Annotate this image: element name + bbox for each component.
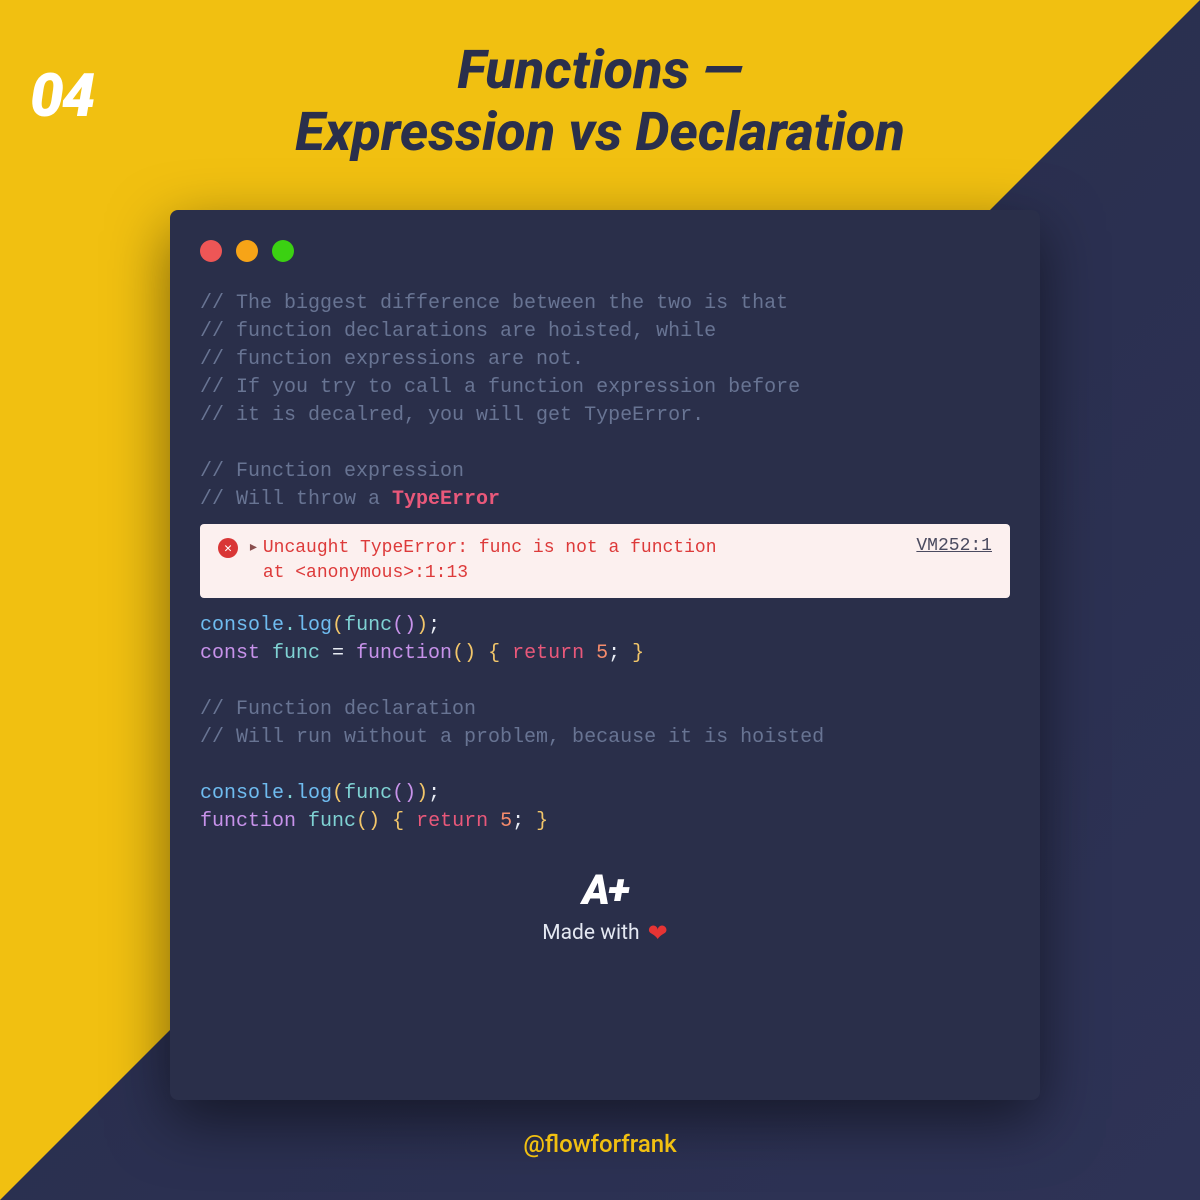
footer-logo-block: A+ Made with ❤ [200, 866, 1010, 947]
minimize-icon[interactable] [236, 240, 258, 262]
error-line: Uncaught TypeError: func is not a functi… [263, 538, 717, 558]
code-block: // The biggest difference between the tw… [200, 290, 1010, 514]
token: func [272, 642, 320, 665]
token: function [356, 642, 452, 665]
comment-line: // Function declaration [200, 698, 476, 721]
token: { [476, 642, 512, 665]
token: return [416, 810, 500, 833]
comment-line: // Will run without a problem, because i… [200, 726, 824, 749]
token: function [200, 810, 296, 833]
comment-line: // it is decalred, you will get TypeErro… [200, 404, 704, 427]
token: { [380, 810, 416, 833]
close-icon[interactable] [200, 240, 222, 262]
error-stack: at <anonymous>:1:13 [263, 563, 468, 583]
token: ) [368, 810, 380, 833]
error-banner: ✕ ▸ Uncaught TypeError: func is not a fu… [200, 524, 1010, 598]
token: console [200, 614, 284, 637]
token: log [296, 614, 332, 637]
token: ) [404, 782, 416, 805]
logo: A+ [200, 866, 1010, 915]
token [296, 810, 308, 833]
token: ( [452, 642, 464, 665]
token: log [296, 782, 332, 805]
window-controls [200, 240, 1010, 262]
token: ; [428, 782, 440, 805]
token: = [320, 642, 356, 665]
token: ( [392, 614, 404, 637]
comment-line: // Will throw a [200, 488, 392, 511]
made-with-text: Made with ❤ [200, 919, 1010, 947]
token: ; [608, 642, 620, 665]
token: ; [512, 810, 524, 833]
code-block: console.log(func()); const func = functi… [200, 612, 1010, 836]
token: 5 [596, 642, 608, 665]
token: } [524, 810, 548, 833]
comment-line: // If you try to call a function express… [200, 376, 800, 399]
made-label: Made with [542, 921, 639, 945]
token: ) [464, 642, 476, 665]
title-line-1: Functions — [457, 39, 742, 102]
typeerror-text: TypeError [392, 488, 500, 511]
page-title: Functions — Expression vs Declaration [0, 40, 1200, 164]
token: ) [416, 782, 428, 805]
error-message: Uncaught TypeError: func is not a functi… [263, 536, 917, 586]
expand-arrow-icon: ▸ [248, 536, 259, 558]
comment-line: // function expressions are not. [200, 348, 584, 371]
comment-line: // The biggest difference between the tw… [200, 292, 788, 315]
token: ( [356, 810, 368, 833]
token: ( [332, 782, 344, 805]
token: ) [404, 614, 416, 637]
token: return [512, 642, 596, 665]
token: const [200, 642, 272, 665]
author-handle[interactable]: @flowforfrank [0, 1130, 1200, 1158]
maximize-icon[interactable] [272, 240, 294, 262]
token: 5 [500, 810, 512, 833]
code-window: // The biggest difference between the tw… [170, 210, 1040, 1100]
comment-line: // function declarations are hoisted, wh… [200, 320, 716, 343]
token: . [284, 614, 296, 637]
token: ) [416, 614, 428, 637]
title-line-2: Expression vs Declaration [295, 101, 905, 164]
token: ( [332, 614, 344, 637]
error-source-link[interactable]: VM252:1 [916, 536, 992, 556]
token: func [344, 614, 392, 637]
token: console [200, 782, 284, 805]
heart-icon: ❤ [648, 919, 668, 947]
token: ; [428, 614, 440, 637]
token: . [284, 782, 296, 805]
comment-line: // Function expression [200, 460, 464, 483]
error-icon: ✕ [218, 538, 238, 558]
token: func [344, 782, 392, 805]
token: ( [392, 782, 404, 805]
token: } [620, 642, 644, 665]
token: func [308, 810, 356, 833]
